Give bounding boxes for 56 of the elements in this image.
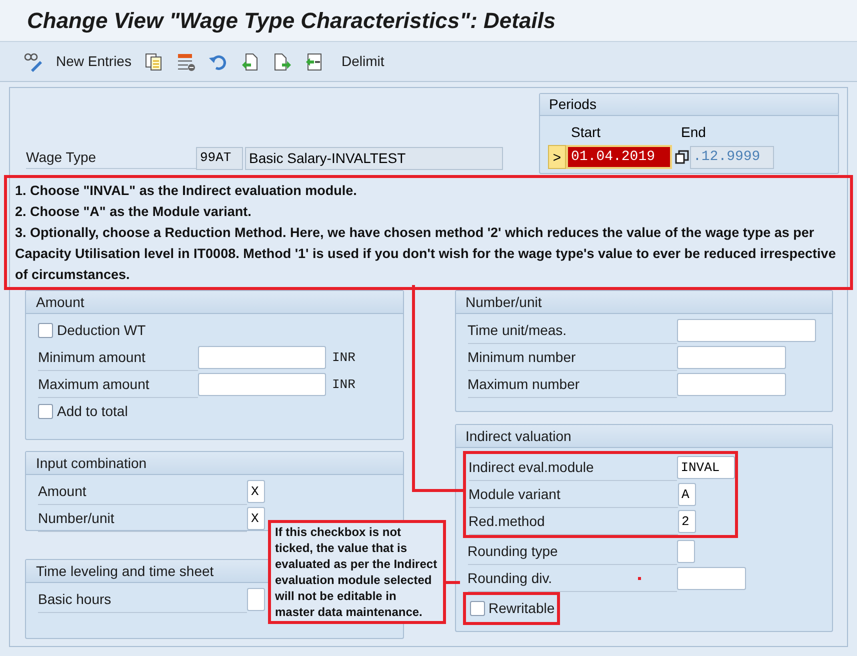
- annotation-text: 2. Choose "A" as the Module variant.: [15, 203, 252, 221]
- input-field[interactable]: 2: [678, 510, 696, 533]
- field-label: Maximum number: [468, 374, 580, 394]
- copy-icon[interactable]: [674, 149, 690, 165]
- unit-label: INR: [332, 376, 356, 394]
- start-date-field[interactable]: 01.04.2019: [566, 145, 672, 169]
- field-label: Basic hours: [38, 590, 112, 608]
- input-field[interactable]: [676, 319, 816, 342]
- marker-button[interactable]: >: [548, 145, 566, 169]
- input-field[interactable]: [247, 588, 265, 611]
- group-title: Indirect valuation: [456, 425, 832, 448]
- input-field[interactable]: X: [247, 507, 265, 530]
- input-field[interactable]: [676, 540, 694, 563]
- checkbox-label: Deduction WT: [57, 321, 146, 340]
- checkbox[interactable]: [38, 404, 53, 419]
- field-label: Minimum amount: [38, 348, 146, 366]
- input-field[interactable]: [676, 373, 786, 396]
- field-label: Indirect eval.module: [468, 458, 594, 476]
- group-title: Input combination: [26, 452, 402, 475]
- field-label: Minimum number: [468, 348, 576, 366]
- group-title: Periods: [540, 94, 838, 116]
- glasses-pencil-icon[interactable]: [22, 50, 44, 72]
- input-field[interactable]: INVAL: [676, 456, 734, 479]
- input-field[interactable]: X: [247, 480, 265, 503]
- field-label: Rounding div.: [468, 568, 552, 588]
- annotation-text: 3. Optionally, choose a Reduction Method. Here, we have chosen method '2' which reduces the value of the wage type as per Capacity Utilisation level in IT0008. Method '1' is used if you don't wish for the wage type's value to ever be reduced irrespective of circumstances.: [15, 224, 837, 284]
- end-date-field: .12.9999: [690, 146, 774, 168]
- column-label: End: [681, 123, 706, 142]
- field-label: Amount: [38, 482, 86, 500]
- annotation-text: 1. Choose "INVAL" as the Indirect evaluation module.: [15, 182, 358, 200]
- delimit-button[interactable]: Delimit: [341, 51, 384, 72]
- field-label: Rounding type: [468, 542, 558, 561]
- wage-type-code-field: 99AT: [196, 146, 243, 170]
- field-label: Module variant: [468, 484, 560, 504]
- input-field[interactable]: [198, 346, 326, 369]
- unit-label: INR: [332, 348, 356, 367]
- annotation-box: If this checkbox is not ticked, the value that is evaluated as per the Indirect evaluation module selected will not be editable in master data maintenance.: [268, 520, 446, 624]
- group-title: Number/unit: [456, 291, 832, 314]
- input-field[interactable]: A: [678, 483, 696, 506]
- dot-mark: [638, 577, 640, 580]
- input-field[interactable]: [676, 567, 746, 590]
- window-title: Change View "Wage Type Characteristics": Details: [27, 7, 556, 35]
- checkbox[interactable]: [38, 323, 53, 338]
- input-field[interactable]: [676, 346, 786, 369]
- input-field[interactable]: [198, 373, 326, 396]
- field-label: Time unit/meas.: [468, 320, 567, 340]
- field-label: Number/unit: [38, 508, 114, 528]
- checkbox-label: Add to total: [57, 402, 128, 421]
- checkbox-label: Rewritable: [488, 599, 555, 618]
- group-title: Amount: [26, 291, 402, 314]
- field-label: Maximum amount: [38, 374, 150, 394]
- checkbox[interactable]: [470, 601, 484, 616]
- column-label: Start: [571, 123, 602, 142]
- new-entries-button[interactable]: New Entries: [54, 51, 134, 72]
- leader-line: [446, 581, 460, 584]
- field-label: Red.method: [468, 512, 545, 530]
